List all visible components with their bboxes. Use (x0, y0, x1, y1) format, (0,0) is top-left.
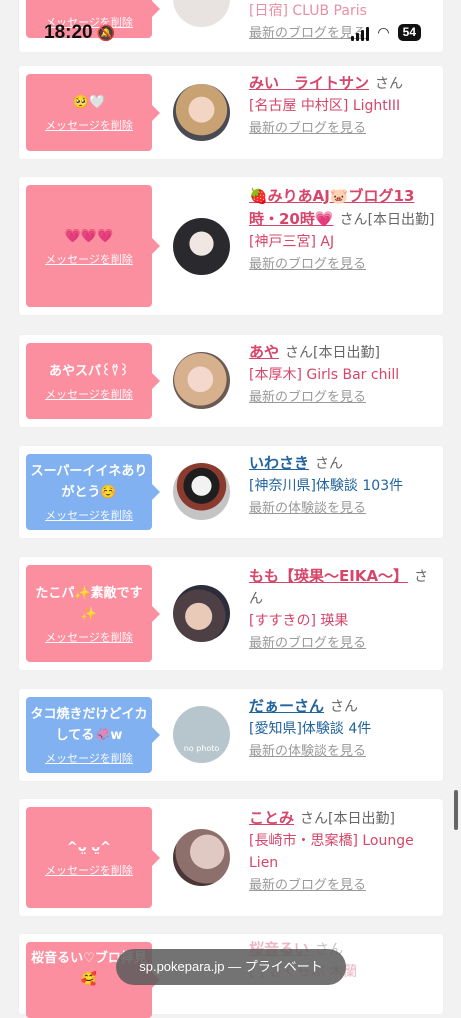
location-text: [神戸三宮] AJ (249, 234, 335, 250)
status-text: [本日出勤] (313, 345, 380, 361)
latest-link[interactable]: 最新のブログを見る (249, 636, 366, 651)
card-info: [日宿] CLUB Paris 最新のブログを見る (249, 0, 439, 45)
url-bar[interactable]: sp.pokepara.jp — プライベート (116, 949, 346, 985)
honorific: さん (375, 76, 404, 92)
message-bubble: ^ᴗ̤ ᴗ̤^ メッセージを削除 (26, 807, 160, 908)
card-info: あや さん[本日出勤] [本厚木] Girls Bar chill 最新のブログを… (249, 341, 439, 409)
message-bubble: メッセージを削除 (26, 0, 160, 38)
card-info: みい ライトサン さん [名古屋 中村区] LightIII 最新のブログを見る (249, 72, 439, 140)
avatar[interactable] (173, 84, 230, 141)
message-text: あやスパ꒰⍢꒱ (48, 363, 130, 379)
honorific: さん (315, 456, 344, 472)
delete-message-link[interactable]: メッセージを削除 (45, 862, 133, 878)
status-text: [本日出勤] (367, 212, 435, 228)
message-text: ^ᴗ̤ ᴗ̤^ (66, 840, 112, 855)
delete-message-link[interactable]: メッセージを削除 (45, 629, 133, 645)
user-name-link[interactable]: みい ライトサン (249, 74, 369, 92)
message-bubble: たこパ✨素敵です✨ メッセージを削除 (26, 565, 160, 662)
delete-message-link[interactable]: メッセージを削除 (45, 14, 133, 30)
delete-message-link[interactable]: メッセージを削除 (45, 386, 133, 402)
avatar[interactable] (173, 218, 230, 275)
card-info: 🍓みりあAJ🐷ブログ13時・20時💗 さん[本日出勤] [神戸三宮] AJ 最新の… (249, 185, 439, 276)
card-info: ことみ さん[本日出勤] [長崎市・思案橋] Lounge Lien 最新のブログ… (249, 807, 439, 897)
location-text: [名古屋 中村区] LightIII (249, 98, 401, 114)
avatar[interactable] (173, 0, 230, 27)
message-text: たこパ✨素敵です✨ (35, 585, 143, 622)
user-name-link[interactable]: もも【瑛果〜EIKA〜】 (249, 567, 408, 585)
message-card: 💗💗💗 メッセージを削除 🍓みりあAJ🐷ブログ13時・20時💗 さん[本日出勤] … (19, 177, 443, 315)
latest-link[interactable]: 最新の体験談を見る (249, 744, 366, 759)
delete-message-link[interactable]: メッセージを削除 (45, 507, 133, 523)
message-bubble: 💗💗💗 メッセージを削除 (26, 185, 160, 307)
scrollbar[interactable] (454, 790, 458, 830)
message-text: スーパーイイネありがとう☺️ (30, 464, 148, 500)
message-card: ^ᴗ̤ ᴗ̤^ メッセージを削除 ことみ さん[本日出勤] [長崎市・思案橋] L… (19, 799, 443, 916)
avatar-panda-icon[interactable] (173, 463, 230, 520)
avatar-no-photo-icon[interactable]: no photo (173, 706, 230, 763)
message-card: 🥺🤍 メッセージを削除 みい ライトサン さん [名古屋 中村区] LightII… (19, 66, 443, 159)
message-card-partial-top: メッセージを削除 [日宿] CLUB Paris 最新のブログを見る (19, 0, 443, 52)
latest-link[interactable]: 最新の体験談を見る (249, 501, 366, 516)
card-info: もも【瑛果〜EIKA〜】 さん [すすきの] 瑛果 最新のブログを見る (249, 565, 439, 655)
latest-link[interactable]: 最新のブログを見る (249, 26, 366, 41)
location-text: [神奈川県]体験談 103件 (249, 478, 404, 494)
user-name-link[interactable]: いわさき (249, 454, 309, 472)
message-text: 💗💗💗 (64, 228, 114, 244)
message-bubble: タコ焼きだけどイカしてる🦑w メッセージを削除 (26, 697, 160, 773)
message-text: タコ焼きだけどイカしてる🦑w (30, 707, 148, 743)
no-photo-label: no photo (183, 744, 220, 753)
honorific: さん (339, 212, 368, 228)
honorific: さん (300, 811, 329, 827)
message-bubble: 🥺🤍 メッセージを削除 (26, 74, 160, 151)
card-info: だぁーさん さん [愛知県]体験談 4件 最新の体験談を見る (249, 695, 439, 763)
latest-link[interactable]: 最新のブログを見る (249, 257, 366, 272)
honorific: さん (285, 345, 314, 361)
message-card: スーパーイイネありがとう☺️ メッセージを削除 いわさき さん [神奈川県]体験談… (19, 446, 443, 538)
delete-message-link[interactable]: メッセージを削除 (45, 251, 133, 267)
avatar[interactable] (173, 352, 230, 409)
user-name-link[interactable]: ことみ (249, 809, 294, 827)
message-card: たこパ✨素敵です✨ メッセージを削除 もも【瑛果〜EIKA〜】 さん [すすきの]… (19, 557, 443, 670)
message-text: 🥺🤍 (72, 95, 106, 110)
avatar[interactable] (173, 829, 230, 886)
latest-link[interactable]: 最新のブログを見る (249, 121, 366, 136)
card-info: いわさき さん [神奈川県]体験談 103件 最新の体験談を見る (249, 452, 439, 520)
location-text: [すすきの] 瑛果 (249, 613, 349, 629)
honorific: さん (330, 699, 359, 715)
location-text: [長崎市・思案橋] Lounge Lien (249, 833, 414, 871)
user-name-link[interactable]: あや (249, 343, 279, 361)
delete-message-link[interactable]: メッセージを削除 (45, 750, 133, 766)
message-card: タコ焼きだけどイカしてる🦑w メッセージを削除 no photo だぁーさん さん… (19, 689, 443, 781)
message-card: あやスパ꒰⍢꒱ メッセージを削除 あや さん[本日出勤] [本厚木] Girls … (19, 335, 443, 427)
latest-link[interactable]: 最新のブログを見る (249, 878, 366, 893)
avatar[interactable] (173, 585, 230, 642)
location-text: [愛知県]体験談 4件 (249, 721, 372, 737)
latest-link[interactable]: 最新のブログを見る (249, 390, 366, 405)
location-text: [日宿] CLUB Paris (249, 3, 367, 19)
location-text: [本厚木] Girls Bar chill (249, 367, 400, 383)
user-name-link[interactable]: だぁーさん (249, 697, 324, 715)
status-text: [本日出勤] (328, 811, 395, 827)
message-bubble: スーパーイイネありがとう☺️ メッセージを削除 (26, 454, 160, 530)
delete-message-link[interactable]: メッセージを削除 (45, 117, 133, 133)
message-bubble: あやスパ꒰⍢꒱ メッセージを削除 (26, 343, 160, 419)
